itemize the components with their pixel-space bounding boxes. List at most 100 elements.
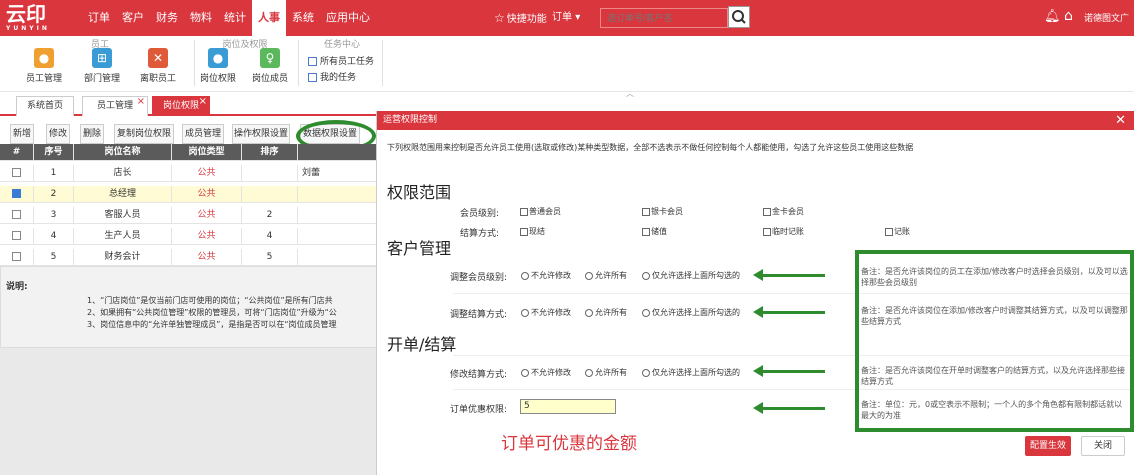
all-tasks-link[interactable]: 所有员工任务 (308, 54, 374, 67)
order-discount-input[interactable]: 5 (520, 399, 616, 414)
search-button[interactable] (728, 6, 750, 28)
checkbox[interactable] (885, 227, 893, 236)
resigned-staff-button[interactable]: ✕ 离职员工 (136, 48, 180, 84)
table-row[interactable]: 3 客服人员 公共 2 (0, 207, 378, 224)
settle-method-option[interactable]: 记账 (885, 226, 910, 237)
order-type-select[interactable]: 订单 ▾ (552, 8, 594, 28)
task-label: 我的任务 (320, 73, 357, 83)
column-header[interactable]: 排序 (242, 144, 298, 161)
table-row[interactable]: 5 财务会计 公共 5 (0, 249, 378, 266)
row-checkbox[interactable] (12, 168, 21, 177)
adjust-settle-only-selected[interactable]: 仅允许选择上面所勾选的 (642, 307, 740, 318)
nav-item-statistics[interactable]: 统计 (218, 0, 252, 36)
adjust-member-only-selected[interactable]: 仅允许选择上面所勾选的 (642, 270, 740, 281)
nav-item-finance[interactable]: 财务 (150, 0, 184, 36)
modify-settle-only-selected[interactable]: 仅允许选择上面所勾选的 (642, 367, 740, 378)
tab-staff-management[interactable]: 员工管理 × (82, 96, 148, 116)
row-checkbox[interactable] (12, 252, 21, 261)
position-members-button[interactable]: ♀ 岗位成员 (248, 48, 292, 84)
radio[interactable] (642, 271, 650, 280)
option-label: 储值 (651, 227, 667, 236)
option-label: 不允许修改 (531, 271, 571, 280)
checkbox[interactable] (763, 207, 771, 216)
table-row[interactable]: 1 店长 公共 刘蕾 (0, 165, 378, 182)
checkbox[interactable] (642, 227, 650, 236)
position-type: 公共 (172, 186, 242, 203)
home-icon[interactable]: ⌂ (1064, 8, 1073, 24)
position-permissions-button[interactable]: ● 岗位权限 (196, 48, 240, 84)
column-header[interactable]: 岗位名称 (74, 144, 172, 161)
radio[interactable] (521, 271, 529, 280)
company-name[interactable]: 诺德图文广 (1084, 11, 1129, 24)
nav-item-orders[interactable]: 订单 (82, 0, 116, 36)
row-checkbox[interactable] (12, 231, 21, 240)
radio[interactable] (585, 368, 593, 377)
settle-method-option[interactable]: 储值 (642, 226, 667, 237)
collapse-ribbon-icon[interactable]: ︿ (626, 88, 634, 99)
tab-position-permissions[interactable]: 岗位权限 × (152, 96, 210, 116)
bell-icon[interactable]: 🔔︎ (1044, 9, 1061, 24)
modify-settle-allow-all[interactable]: 允许所有 (585, 367, 627, 378)
adjust-member-no-modify[interactable]: 不允许修改 (521, 270, 571, 281)
edit-button[interactable]: 修改 (46, 124, 70, 144)
settle-method-option[interactable]: 现结 (520, 226, 545, 237)
nav-item-hr[interactable]: 人事 (252, 0, 286, 36)
nav-item-customers[interactable]: 客户 (116, 0, 150, 36)
row-index: 2 (34, 186, 74, 203)
radio[interactable] (585, 308, 593, 317)
radio[interactable] (521, 368, 529, 377)
ribbon-toolbar: 员工 ● 员工管理 ⊞ 部门管理 ✕ 离职员工 岗位及权限 ● 岗位权限 ♀ 岗… (0, 36, 1134, 92)
checkbox[interactable] (520, 207, 528, 216)
quick-functions[interactable]: ☆ 快捷功能 (494, 10, 547, 25)
close-button[interactable]: 关闭 (1081, 436, 1125, 456)
member-management-button[interactable]: 成员管理 (182, 124, 224, 144)
staff-management-button[interactable]: ● 员工管理 (22, 48, 66, 84)
radio[interactable] (642, 308, 650, 317)
search-icon (732, 10, 746, 24)
checkbox[interactable] (642, 207, 650, 216)
notes-panel: 说明: 1、“门店岗位”是仅当前门店可使用的岗位；“公共岗位”是所有门店共 2、… (0, 266, 378, 348)
close-icon[interactable]: ✕ (1115, 111, 1126, 130)
row-checkbox[interactable] (12, 210, 21, 219)
my-tasks-link[interactable]: 我的任务 (308, 70, 356, 83)
member-level-option[interactable]: 银卡会员 (642, 206, 683, 217)
delete-button[interactable]: 删除 (80, 124, 104, 144)
adjust-member-allow-all[interactable]: 允许所有 (585, 270, 627, 281)
checkbox[interactable] (763, 227, 771, 236)
table-row[interactable]: 2 总经理 公共 (0, 186, 378, 203)
nav-item-app-center[interactable]: 应用中心 (320, 0, 376, 36)
department-management-button[interactable]: ⊞ 部门管理 (80, 48, 124, 84)
close-icon[interactable]: × (137, 93, 145, 111)
option-label: 允许所有 (595, 271, 627, 280)
member-level-option[interactable]: 金卡会员 (763, 206, 804, 217)
adjust-settle-no-modify[interactable]: 不允许修改 (521, 307, 571, 318)
nav-item-materials[interactable]: 物料 (184, 0, 218, 36)
column-header[interactable]: 序号 (34, 144, 74, 161)
apply-config-button[interactable]: 配置生效 (1025, 436, 1071, 456)
close-icon[interactable]: × (199, 93, 207, 111)
ribbon-group-title: 任务中心 (323, 40, 360, 50)
tab-home[interactable]: 系统首页 (16, 96, 74, 116)
search-input[interactable] (600, 8, 728, 28)
radio[interactable] (521, 308, 529, 317)
modify-settle-no-modify[interactable]: 不允许修改 (521, 367, 571, 378)
adjust-settle-method-label: 调整结算方式: (449, 310, 507, 320)
radio[interactable] (642, 368, 650, 377)
column-header[interactable]: 岗位类型 (172, 144, 242, 161)
member-level-label: 会员级别: (459, 209, 499, 219)
row-checkbox[interactable] (12, 189, 21, 198)
quick-functions-label: 快捷功能 (506, 14, 547, 25)
adjust-settle-allow-all[interactable]: 允许所有 (585, 307, 627, 318)
add-button[interactable]: 新增 (10, 124, 34, 144)
table-row[interactable]: 4 生产人员 公共 4 (0, 228, 378, 245)
checkbox[interactable] (520, 227, 528, 236)
operation-permissions-button[interactable]: 操作权限设置 (232, 124, 290, 144)
nav-item-system[interactable]: 系统 (286, 0, 320, 36)
member-level-option[interactable]: 普通会员 (520, 206, 561, 217)
radio[interactable] (585, 271, 593, 280)
position-name: 生产人员 (74, 228, 172, 245)
arrow-annotation (753, 269, 825, 281)
copy-position-permissions-button[interactable]: 复制岗位权限 (114, 124, 174, 144)
settle-method-option[interactable]: 临时记账 (763, 226, 804, 237)
resigned-user-icon: ✕ (148, 48, 168, 68)
